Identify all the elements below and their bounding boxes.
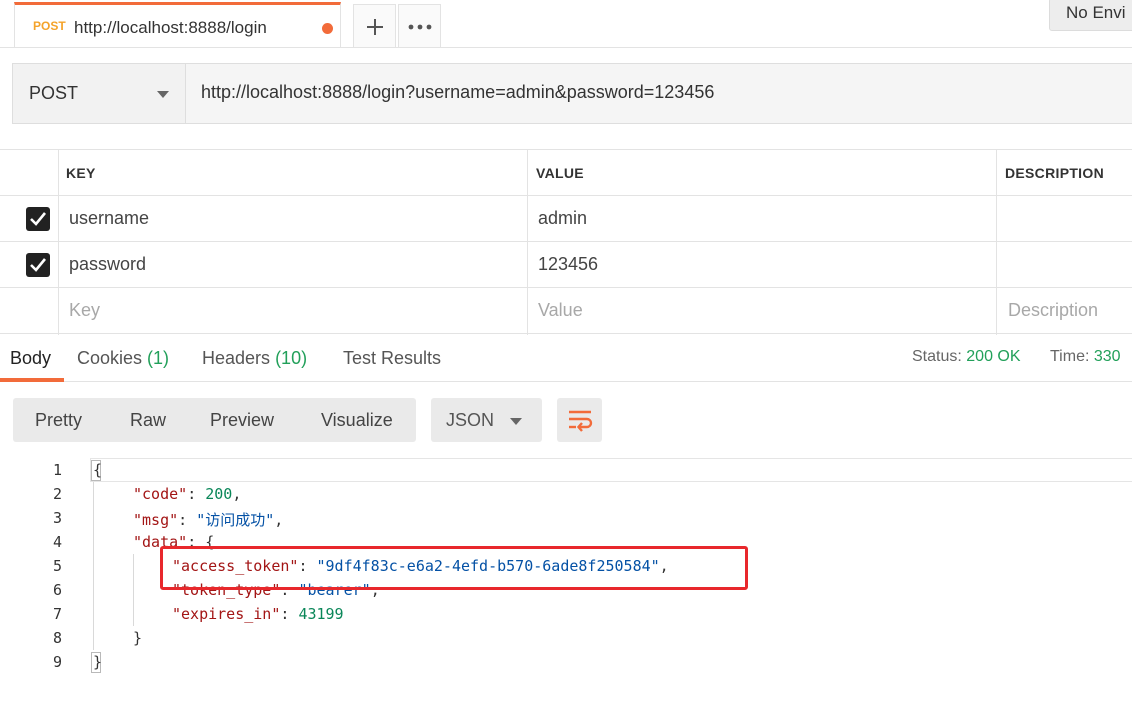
line-number: 6 bbox=[52, 581, 62, 599]
wrap-lines-button[interactable] bbox=[557, 398, 602, 442]
table-row: password 123456 bbox=[0, 242, 1132, 288]
format-pretty-button[interactable]: Pretty bbox=[35, 410, 82, 431]
tab-cookies[interactable]: Cookies (1) bbox=[77, 348, 169, 369]
code-line: } bbox=[133, 629, 143, 647]
tab-test-results[interactable]: Test Results bbox=[343, 348, 441, 369]
line-number: 5 bbox=[52, 557, 62, 575]
json-key-expires-in: "expires_in" bbox=[172, 605, 281, 623]
headers-count: (10) bbox=[275, 348, 308, 368]
access-token-highlight-box bbox=[160, 546, 748, 590]
url-input[interactable]: http://localhost:8888/login?username=adm… bbox=[201, 82, 714, 103]
params-header-row: KEY VALUE DESCRIPTION bbox=[0, 150, 1132, 196]
request-url-row: POST http://localhost:8888/login?usernam… bbox=[12, 63, 1132, 124]
json-value-expires-in: 43199 bbox=[298, 605, 344, 623]
checkmark-icon bbox=[30, 212, 47, 226]
environment-selector[interactable]: No Envi bbox=[1049, 0, 1132, 31]
param-key[interactable]: username bbox=[69, 208, 149, 229]
status-label: Status: bbox=[912, 348, 962, 365]
new-param-key-input[interactable]: Key bbox=[69, 300, 100, 321]
indent-guide bbox=[133, 554, 134, 626]
column-header-key: KEY bbox=[66, 165, 96, 181]
new-param-value-input[interactable]: Value bbox=[538, 300, 583, 321]
active-line-highlight bbox=[90, 458, 1132, 482]
wrap-lines-icon bbox=[569, 410, 593, 432]
param-value[interactable]: 123456 bbox=[538, 254, 598, 275]
active-tab-underline bbox=[0, 378, 64, 382]
param-checkbox[interactable] bbox=[26, 207, 50, 231]
json-key-msg: "msg" bbox=[133, 511, 179, 529]
chevron-down-icon bbox=[157, 91, 169, 98]
plus-icon bbox=[366, 18, 383, 35]
response-time: Time: 330 bbox=[1050, 348, 1121, 366]
format-toggle-group: Pretty Raw Preview Visualize bbox=[13, 398, 416, 442]
tab-headers-label: Headers bbox=[202, 348, 271, 368]
json-key-code: "code" bbox=[133, 485, 188, 503]
request-tab-method: POST bbox=[33, 19, 66, 33]
param-checkbox[interactable] bbox=[26, 253, 50, 277]
table-row-placeholder: Key Value Description bbox=[0, 288, 1132, 334]
line-number: 7 bbox=[52, 605, 62, 623]
line-number: 2 bbox=[52, 485, 62, 503]
tab-bar: POST http://localhost:8888/login No Envi bbox=[0, 0, 1132, 48]
code-line: "code": 200, bbox=[133, 485, 242, 503]
tab-cookies-label: Cookies bbox=[77, 348, 143, 368]
code-line: } bbox=[93, 653, 103, 671]
time-value[interactable]: 330 bbox=[1094, 348, 1121, 365]
tab-body[interactable]: Body bbox=[10, 348, 51, 369]
column-divider bbox=[996, 150, 997, 335]
column-divider bbox=[527, 150, 528, 335]
checkmark-icon bbox=[30, 258, 47, 272]
code-line: { bbox=[93, 461, 103, 479]
params-table: KEY VALUE DESCRIPTION username admin pas… bbox=[0, 149, 1132, 335]
column-header-description: DESCRIPTION bbox=[1005, 165, 1104, 181]
param-key[interactable]: password bbox=[69, 254, 146, 275]
unsaved-dot-icon bbox=[322, 23, 333, 34]
code-line: "msg": "访问成功", bbox=[133, 511, 284, 529]
indent-guide bbox=[93, 482, 94, 650]
response-body-editor[interactable]: 1 2 3 4 5 6 7 8 9 { "code": 200, "msg": … bbox=[0, 458, 1132, 722]
line-number: 3 bbox=[52, 509, 62, 527]
chevron-down-icon bbox=[510, 418, 522, 425]
line-number: 1 bbox=[52, 461, 62, 479]
json-value-msg: "访问成功" bbox=[196, 511, 275, 529]
tab-headers[interactable]: Headers (10) bbox=[202, 348, 307, 369]
param-value[interactable]: admin bbox=[538, 208, 587, 229]
cookies-count: (1) bbox=[147, 348, 170, 368]
code-line: "expires_in": 43199 bbox=[172, 605, 344, 623]
response-status: Status: 200 OK bbox=[912, 348, 1021, 366]
language-dropdown[interactable]: JSON bbox=[431, 398, 542, 442]
column-divider bbox=[58, 150, 59, 335]
time-label: Time: bbox=[1050, 348, 1090, 365]
format-raw-button[interactable]: Raw bbox=[130, 410, 166, 431]
request-tab[interactable]: POST http://localhost:8888/login bbox=[14, 2, 341, 48]
language-dropdown-label: JSON bbox=[446, 410, 495, 430]
json-value-code: 200 bbox=[205, 485, 233, 503]
request-tab-url: http://localhost:8888/login bbox=[74, 18, 267, 37]
new-tab-button[interactable] bbox=[353, 4, 396, 48]
column-header-value: VALUE bbox=[536, 165, 584, 181]
more-tabs-button[interactable] bbox=[398, 4, 441, 48]
status-value[interactable]: 200 OK bbox=[966, 348, 1020, 365]
more-dots-icon bbox=[408, 24, 431, 29]
line-number: 9 bbox=[52, 653, 62, 671]
format-visualize-button[interactable]: Visualize bbox=[321, 410, 393, 431]
line-number: 4 bbox=[52, 533, 62, 551]
method-dropdown[interactable]: POST bbox=[13, 64, 186, 123]
format-preview-button[interactable]: Preview bbox=[210, 410, 274, 431]
new-param-description-input[interactable]: Description bbox=[1008, 300, 1098, 321]
table-row: username admin bbox=[0, 196, 1132, 242]
line-number: 8 bbox=[52, 629, 62, 647]
tab-bar-divider bbox=[0, 47, 1132, 48]
method-dropdown-label: POST bbox=[29, 83, 79, 103]
